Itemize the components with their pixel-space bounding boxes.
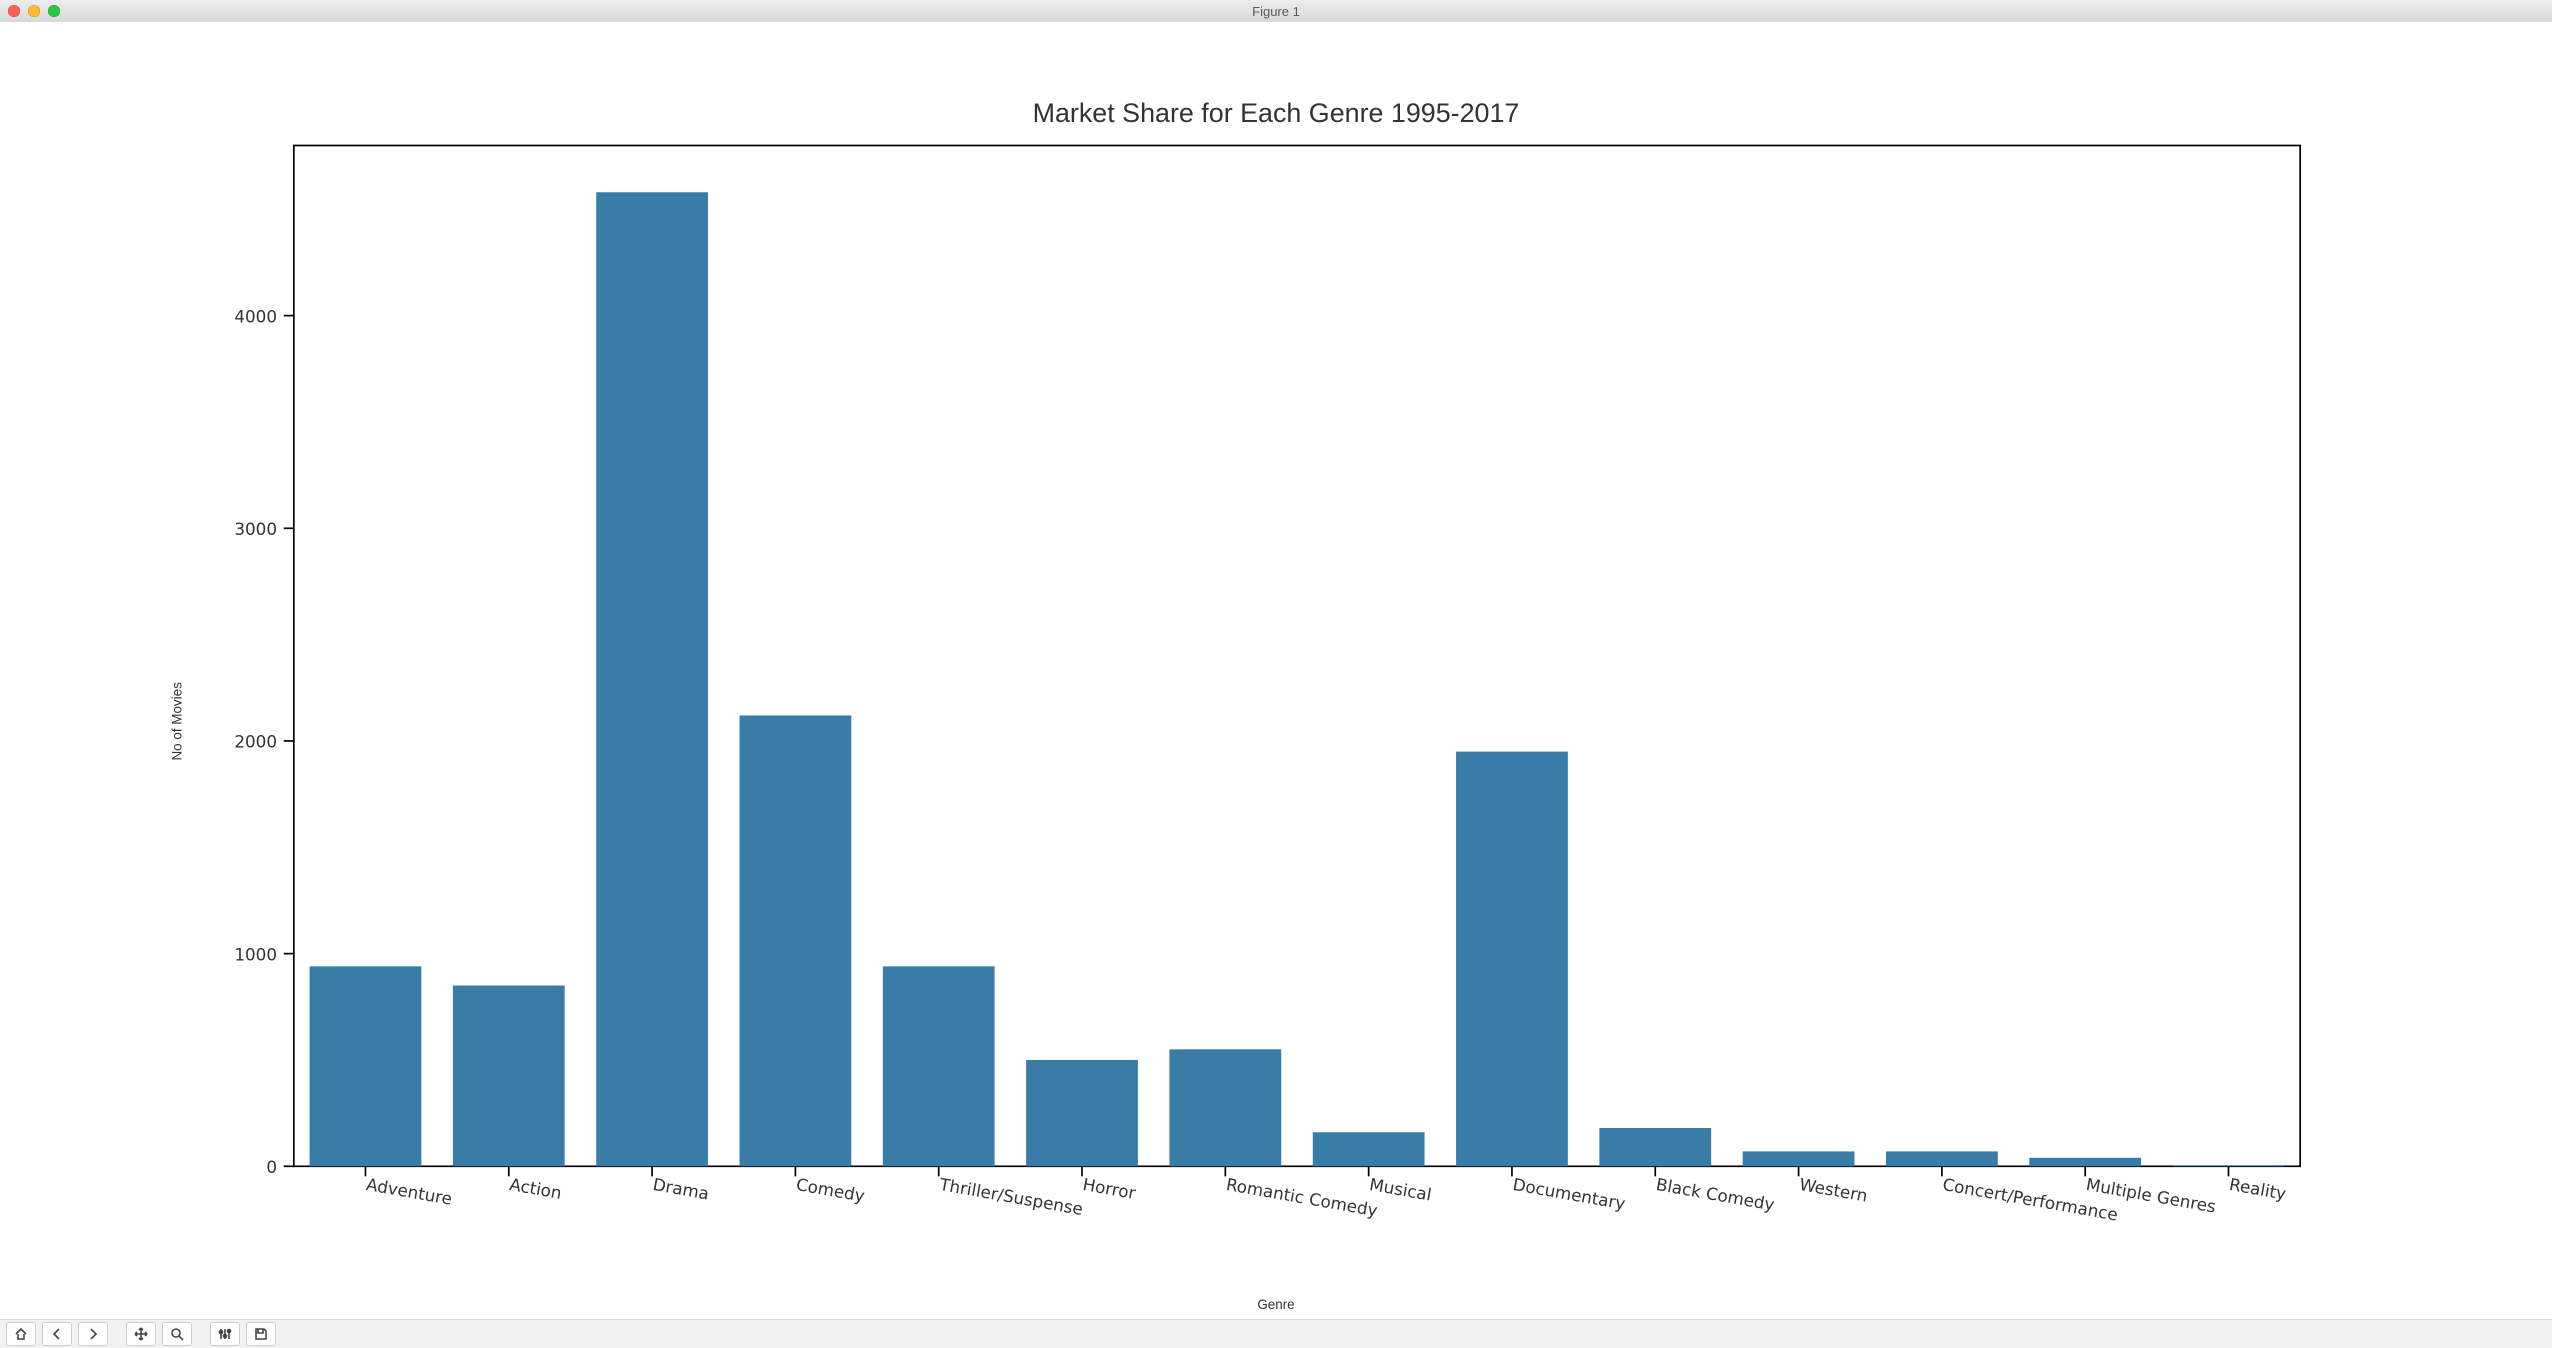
y-tick-label: 4000 (234, 306, 277, 326)
arrow-right-icon (86, 1327, 100, 1341)
x-tick-label: Horror (1081, 1174, 1137, 1203)
x-tick-label: Reality (2228, 1174, 2288, 1204)
plot-frame (294, 145, 2300, 1166)
y-tick-label: 3000 (234, 519, 277, 539)
y-tick: 1000 (234, 944, 293, 964)
toolbar-home-button[interactable] (6, 1322, 36, 1346)
bar-chart: Market Share for Each Genre 1995-2017 No… (0, 22, 2552, 1320)
bar (453, 986, 565, 1167)
x-tick-label: Drama (651, 1174, 710, 1204)
toolbar-save-button[interactable] (246, 1322, 276, 1346)
x-tick: Comedy (795, 1166, 867, 1205)
x-tick: Musical (1368, 1166, 1433, 1204)
bar (1313, 1132, 1425, 1166)
home-icon (14, 1327, 28, 1341)
x-tick: Horror (1081, 1166, 1137, 1203)
x-axis-label: Genre (1257, 1297, 1294, 1312)
toolbar-pan-button[interactable] (126, 1322, 156, 1346)
window-title: Figure 1 (0, 4, 2552, 19)
bar (1886, 1151, 1998, 1166)
x-tick: Adventure (365, 1166, 454, 1209)
x-tick-label: Romantic Comedy (1225, 1174, 1380, 1220)
bar (1026, 1060, 1138, 1166)
x-tick: Black Comedy (1655, 1166, 1777, 1214)
x-tick-label: Black Comedy (1655, 1174, 1777, 1215)
save-icon (254, 1327, 268, 1341)
matplotlib-toolbar (0, 1319, 2552, 1348)
y-tick-label: 0 (266, 1157, 277, 1177)
bar (596, 192, 708, 1166)
toolbar-zoom-button[interactable] (162, 1322, 192, 1346)
toolbar-forward-button[interactable] (78, 1322, 108, 1346)
x-tick: Thriller/Suspense (937, 1166, 1084, 1219)
x-tick-label: Documentary (1511, 1174, 1627, 1213)
x-tick: Drama (651, 1166, 710, 1203)
y-tick: 4000 (234, 306, 293, 326)
x-tick: Western (1798, 1166, 1869, 1205)
figure-area: Market Share for Each Genre 1995-2017 No… (0, 22, 2552, 1320)
y-tick-label: 2000 (234, 732, 277, 752)
sliders-icon (218, 1327, 232, 1341)
y-tick: 0 (266, 1157, 293, 1177)
x-tick-label: Adventure (365, 1174, 454, 1209)
chart-title: Market Share for Each Genre 1995-2017 (1033, 98, 1520, 128)
x-tick-label: Thriller/Suspense (937, 1174, 1084, 1219)
bar (740, 715, 852, 1166)
toolbar-configure-button[interactable] (210, 1322, 240, 1346)
bar (1456, 752, 1568, 1167)
x-tick-label: Western (1798, 1174, 1869, 1206)
bar (2029, 1158, 2141, 1167)
x-tick: Romantic Comedy (1225, 1166, 1380, 1220)
x-tick: Action (508, 1166, 563, 1203)
bar (883, 966, 995, 1166)
minimize-button[interactable] (28, 5, 40, 17)
maximize-button[interactable] (48, 5, 60, 17)
y-axis: 0 1000 2000 3000 4000 (234, 306, 293, 1177)
bars-group (310, 192, 2285, 1166)
close-button[interactable] (8, 5, 20, 17)
y-tick-label: 1000 (234, 944, 277, 964)
x-tick: Reality (2228, 1166, 2288, 1203)
bar (1743, 1151, 1855, 1166)
arrow-left-icon (50, 1327, 64, 1341)
y-tick: 2000 (234, 732, 293, 752)
bar (1169, 1049, 1281, 1166)
x-tick-label: Comedy (795, 1174, 867, 1206)
window-titlebar: Figure 1 (0, 0, 2552, 23)
y-axis-label: No of Movies (169, 682, 184, 761)
move-icon (134, 1327, 148, 1341)
toolbar-back-button[interactable] (42, 1322, 72, 1346)
x-tick-label: Action (508, 1174, 563, 1203)
bar (2173, 1165, 2285, 1166)
x-axis: Adventure Action Drama Comedy Thriller/Suspe… (365, 1166, 2288, 1224)
bar (310, 966, 422, 1166)
window-controls (8, 5, 60, 17)
zoom-icon (170, 1327, 184, 1341)
y-tick: 3000 (234, 519, 293, 539)
bar (1599, 1128, 1711, 1166)
x-tick: Documentary (1511, 1166, 1627, 1213)
